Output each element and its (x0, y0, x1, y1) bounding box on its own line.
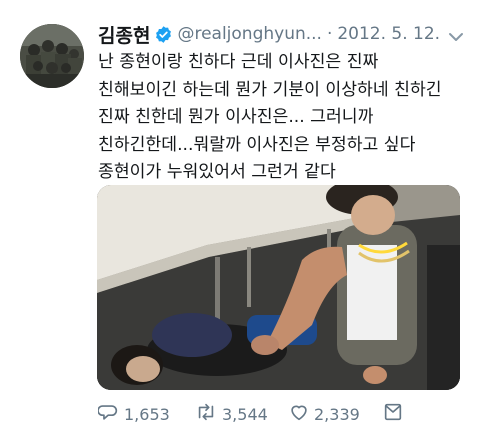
retweet-count: 3,544 (222, 404, 268, 424)
author-handle[interactable]: @realjonghyun... (177, 24, 322, 44)
like-button[interactable]: 2,339 (288, 402, 360, 426)
caret-down-icon[interactable] (448, 28, 464, 41)
avatar-photo (20, 24, 84, 88)
retweet-button[interactable]: 3,544 (194, 402, 268, 426)
tweet-actions: 1,653 3,544 2,339 (97, 401, 458, 427)
reply-icon (97, 401, 120, 427)
author-name[interactable]: 김종현 (98, 21, 150, 48)
avatar[interactable] (20, 24, 84, 88)
share-button[interactable] (382, 402, 404, 426)
tweet-photo[interactable] (97, 185, 460, 390)
tweet-header: 김종현 @realjonghyun... · 2012. 5. 12. (98, 21, 440, 48)
like-count: 2,339 (314, 404, 360, 424)
separator-dot: · (326, 24, 333, 44)
tweet-date[interactable]: 2012. 5. 12. (337, 24, 440, 44)
share-icon (382, 401, 404, 427)
photo-illustration (97, 185, 460, 390)
reply-count: 1,653 (124, 404, 170, 424)
reply-button[interactable]: 1,653 (97, 401, 170, 427)
tweet: 김종현 @realjonghyun... · 2012. 5. 12. 난 종현… (0, 0, 480, 444)
like-icon (288, 401, 310, 427)
tweet-text: 난 종현이랑 친하다 근데 이사진은 진짜 친해보이긴 하는데 뭔가 기분이 이… (98, 52, 442, 182)
retweet-icon (194, 401, 218, 427)
verified-badge-icon (154, 25, 173, 44)
